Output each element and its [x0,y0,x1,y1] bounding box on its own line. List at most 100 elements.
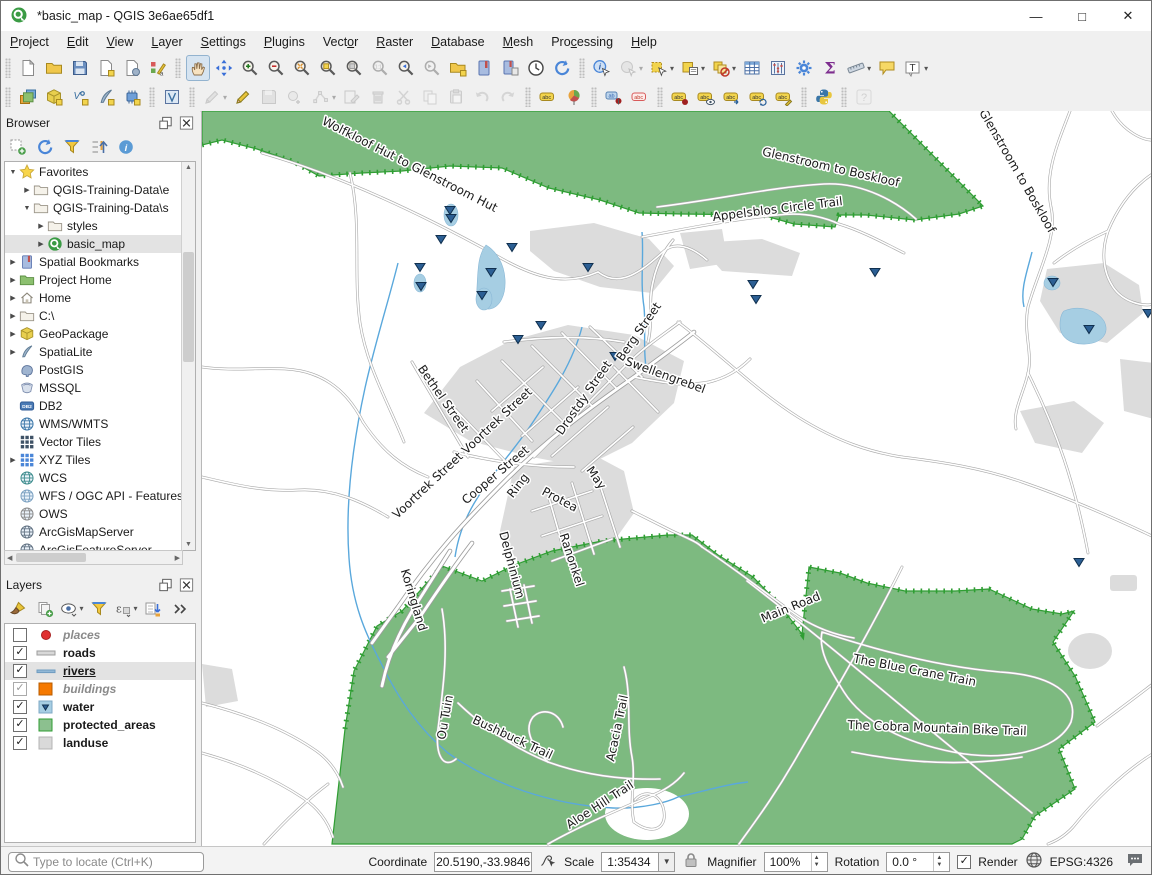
field-calculator-button[interactable] [766,55,790,81]
select-features-by-value-dropdown-icon[interactable]: ▾ [701,64,705,73]
expand-arrow-icon[interactable]: ▶ [35,222,47,230]
vertex-tool-dropdown-icon[interactable]: ▾ [332,93,336,102]
rotation-value[interactable]: 0.0 ° [892,855,917,869]
layer-checkbox[interactable]: ✓ [13,736,27,750]
show-bookmark-manager-button[interactable] [498,55,522,81]
open-attribute-table-button[interactable] [740,55,764,81]
highlight-pinned-labels-button[interactable]: abc [628,84,652,110]
temporal-controller-button[interactable] [524,55,548,81]
scale-dropdown-icon[interactable]: ▼ [659,852,675,872]
browser-item-c-[interactable]: ▶C:\ [5,307,182,325]
zoom-native-button[interactable]: 1:1 [368,55,392,81]
layer-item-places[interactable]: places [5,626,195,644]
browser-item-db2[interactable]: DB2DB2 [5,397,182,415]
layer-item-landuse[interactable]: ✓landuse [5,734,195,752]
render-checkbox[interactable]: ✓ [957,855,971,869]
browser-item-spatialite[interactable]: ▶SpatiaLite [5,343,182,361]
rotate-label-button[interactable]: abc [746,84,770,110]
browser-item-qgis-training-data-e[interactable]: ▶QGIS-Training-Data\e [5,181,182,199]
more-options-button[interactable] [168,597,192,621]
browser-item-ows[interactable]: OWS [5,505,182,523]
help-contents-button[interactable]: ? [852,84,876,110]
collapse-all-button[interactable] [87,135,111,159]
rotation-stepper[interactable]: ▲▼ [933,853,944,871]
browser-item-home[interactable]: ▶Home [5,289,182,307]
select-features-button[interactable]: ▾ [647,55,676,81]
layer-checkbox[interactable]: ✓ [13,682,27,696]
layers-close-icon[interactable] [178,578,195,593]
layer-item-protected_areas[interactable]: ✓protected_areas [5,716,195,734]
delete-selected-button[interactable] [366,84,390,110]
data-source-manager-button[interactable] [16,84,40,110]
scrollbar-thumb[interactable] [16,553,86,562]
minimize-button[interactable]: — [1013,1,1059,31]
locate-box[interactable] [8,852,204,872]
layer-checkbox[interactable]: ✓ [13,700,27,714]
browser-hscrollbar[interactable]: ◀ ▶ [4,550,183,565]
zoom-out-button[interactable] [264,55,288,81]
messages-icon[interactable] [1126,851,1144,872]
expand-collapse-button[interactable] [141,597,165,621]
toggle-editing-button[interactable] [231,84,255,110]
expand-arrow-icon[interactable]: ▶ [35,240,47,248]
menu-edit[interactable]: Edit [58,33,98,51]
menu-help[interactable]: Help [622,33,666,51]
browser-item-wfs-ogc-api-features[interactable]: WFS / OGC API - Features [5,487,182,505]
new-print-layout-button[interactable] [94,55,118,81]
open-layer-styling-button[interactable] [6,597,30,621]
expand-arrow-icon[interactable]: ▶ [7,330,19,338]
measure-line-dropdown-icon[interactable]: ▾ [867,64,871,73]
layer-item-roads[interactable]: ✓roads [5,644,195,662]
menu-settings[interactable]: Settings [192,33,255,51]
style-manager-button[interactable]: a [146,55,170,81]
deselect-features-dropdown-icon[interactable]: ▾ [732,64,736,73]
browser-item-arcgisfeatureserver[interactable]: ArcGisFeatureServer [5,541,182,550]
show-hide-labels-button[interactable]: abc [694,84,718,110]
zoom-to-selection-button[interactable] [316,55,340,81]
browser-item-qgis-training-data-s[interactable]: ▼QGIS-Training-Data\s [5,199,182,217]
menu-database[interactable]: Database [422,33,494,51]
zoom-in-button[interactable] [238,55,262,81]
python-console-button[interactable] [812,84,836,110]
browser-item-favorites[interactable]: ▼Favorites [5,163,182,181]
expand-arrow-icon[interactable]: ▼ [7,169,19,176]
menu-vector[interactable]: Vector [314,33,367,51]
locate-input[interactable] [31,854,199,870]
current-edits-button[interactable]: ▾ [200,84,229,110]
add-group-button[interactable] [33,597,57,621]
layer-checkbox[interactable]: ✓ [13,646,27,660]
map-tips-button[interactable] [875,55,899,81]
current-edits-dropdown-icon[interactable]: ▾ [223,93,227,102]
layers-float-icon[interactable] [157,578,174,593]
expand-arrow-icon[interactable]: ▶ [7,348,19,356]
run-feature-action-button[interactable]: ▾ [616,55,645,81]
refresh-button[interactable] [550,55,574,81]
zoom-full-button[interactable] [290,55,314,81]
zoom-last-button[interactable] [394,55,418,81]
crs-globe-icon[interactable] [1025,851,1043,872]
paste-features-button[interactable] [444,84,468,110]
filter-browser-button[interactable] [60,135,84,159]
layer-item-water[interactable]: ✓water [5,698,195,716]
menu-raster[interactable]: Raster [367,33,422,51]
expand-arrow-icon[interactable]: ▶ [7,312,19,320]
browser-close-icon[interactable] [178,116,195,131]
change-label-button[interactable]: abc [772,84,796,110]
layer-item-buildings[interactable]: ✓buildings [5,680,195,698]
browser-item-project-home[interactable]: ▶Project Home [5,271,182,289]
modify-attributes-button[interactable] [340,84,364,110]
browser-item-vector-tiles[interactable]: Vector Tiles [5,433,182,451]
measure-line-button[interactable]: ▾ [844,55,873,81]
new-temporary-scratch-layer-button[interactable] [120,84,144,110]
refresh-browser-button[interactable] [33,135,57,159]
map-canvas[interactable]: Wolfkloof Hut to Glenstroom HutGlenstroo… [202,111,1152,846]
scale-combo[interactable]: 1:35434 [601,852,659,872]
copy-features-button[interactable] [418,84,442,110]
filter-legend-button[interactable] [87,597,111,621]
menu-layer[interactable]: Layer [142,33,191,51]
new-spatial-bookmark-button[interactable] [446,55,470,81]
expand-arrow-icon[interactable]: ▶ [21,186,33,194]
expand-arrow-icon[interactable]: ▶ [7,258,19,266]
move-label-diagram-button[interactable]: abc [720,84,744,110]
new-spatialite-layer-button[interactable] [94,84,118,110]
